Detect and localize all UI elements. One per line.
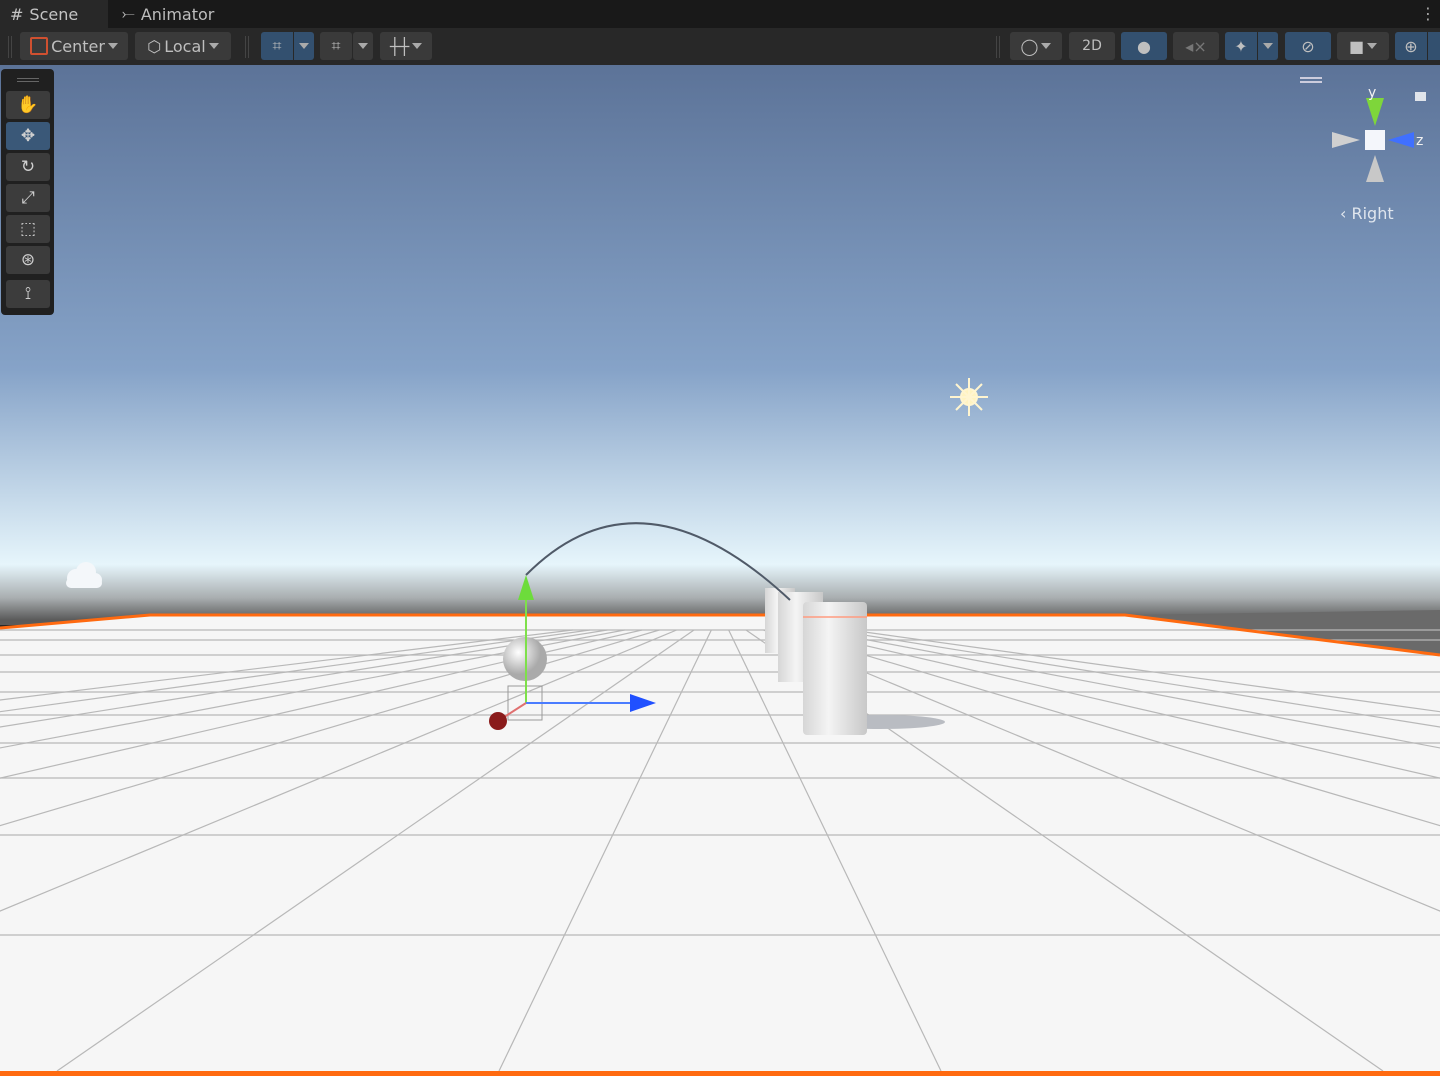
sky [0, 65, 1440, 625]
gizmo-handle[interactable] [1300, 77, 1322, 79]
rotate-tool[interactable]: ↻ [6, 153, 50, 181]
tab-bar: # Scene ⤚ Animator ⋮ [0, 0, 1440, 28]
transform-tool[interactable]: ⊛ [6, 246, 50, 274]
gizmo-y-label: y [1368, 85, 1376, 101]
tab-animator[interactable]: ⤚ Animator [112, 0, 224, 28]
gizmos-dropdown[interactable] [1428, 32, 1440, 60]
cube-icon: ⬡ [147, 36, 162, 56]
more-menu-icon[interactable]: ⋮ [1420, 4, 1436, 23]
shading-mode-dropdown[interactable]: ◯ [1010, 32, 1062, 60]
view-label[interactable]: ‹ Right [1340, 204, 1394, 223]
effects-icon: ✦ [1234, 36, 1248, 56]
gizmo-handle-line [1300, 81, 1322, 83]
x-handle-dot[interactable] [489, 712, 507, 730]
2d-toggle[interactable]: 2D [1069, 32, 1115, 60]
ruler-dropdown[interactable]: ┼┼ [380, 32, 432, 60]
scene-viewport[interactable]: y z [0, 65, 1440, 1076]
space-dropdown[interactable]: ⬡ Local [135, 32, 231, 60]
hand-icon: ✋ [17, 95, 39, 115]
camera-icon: ■ [1348, 36, 1365, 56]
shading-sphere-icon: ◯ [1020, 36, 1039, 56]
rect-icon: ⬚ [19, 219, 37, 239]
bottom-outline [0, 1071, 1440, 1076]
pivot-dropdown[interactable]: Center [20, 32, 128, 60]
cylinder-selected [803, 602, 867, 735]
tools-panel: ✋ ✥ ↻ ⤢ ⬚ ⊛ ⟟ [1, 69, 54, 315]
grid-icon: # [10, 4, 24, 24]
scene-toolbar: Center ⬡ Local ⌗ ⌗ ┼┼ ◯ 2D ● ◂× ✦ ⊘ ■ ⊕ [0, 28, 1440, 65]
gizmo-center-cube[interactable] [1365, 130, 1385, 150]
camera-dropdown[interactable]: ■ [1337, 32, 1389, 60]
grid-snap-icon: ⌗ [272, 36, 282, 55]
gizmos-toggle[interactable]: ⊕ [1395, 32, 1427, 60]
eye-hidden-icon: ⊘ [1301, 36, 1315, 56]
grid-snap-dropdown[interactable] [294, 32, 314, 60]
animator-icon: ⤚ [122, 4, 135, 23]
audio-muted-icon: ◂× [1185, 36, 1207, 56]
custom-tool[interactable]: ⟟ [6, 280, 50, 308]
scale-tool[interactable]: ⤢ [6, 184, 50, 212]
ruler-icon: ┼┼ [389, 36, 410, 56]
move-icon: ✥ [20, 126, 36, 146]
hand-tool[interactable]: ✋ [6, 91, 50, 119]
grid-snap-button[interactable]: ⌗ [261, 32, 293, 60]
view-label-text: Right [1351, 204, 1394, 223]
snap-magnet-icon: ⌗ [331, 36, 341, 55]
scale-icon: ⤢ [21, 188, 35, 208]
gizmo-z-label: z [1416, 133, 1423, 149]
visibility-toggle[interactable]: ⊘ [1285, 32, 1331, 60]
separator [245, 36, 249, 58]
lighting-toggle[interactable]: ● [1121, 32, 1167, 60]
toolbar-handle[interactable] [8, 36, 12, 58]
move-tool[interactable]: ✥ [6, 122, 50, 150]
ground-plane [0, 615, 1440, 1076]
tab-scene[interactable]: # Scene [0, 0, 108, 28]
custom-tool-icon: ⟟ [24, 284, 32, 304]
lightbulb-icon: ● [1137, 36, 1151, 56]
lock-icon[interactable] [1415, 92, 1426, 101]
increment-snap-button[interactable]: ⌗ [320, 32, 352, 60]
gizmo-icon: ⊕ [1404, 36, 1418, 56]
increment-snap-dropdown[interactable] [353, 32, 373, 60]
audio-toggle[interactable]: ◂× [1173, 32, 1219, 60]
separator [996, 36, 1000, 58]
effects-dropdown[interactable] [1258, 32, 1278, 60]
panel-handle[interactable] [17, 78, 39, 82]
rotate-icon: ↻ [20, 157, 36, 177]
transform-icon: ⊛ [20, 250, 36, 270]
effects-toggle[interactable]: ✦ [1225, 32, 1257, 60]
rect-tool[interactable]: ⬚ [6, 215, 50, 243]
pivot-icon [30, 37, 49, 55]
